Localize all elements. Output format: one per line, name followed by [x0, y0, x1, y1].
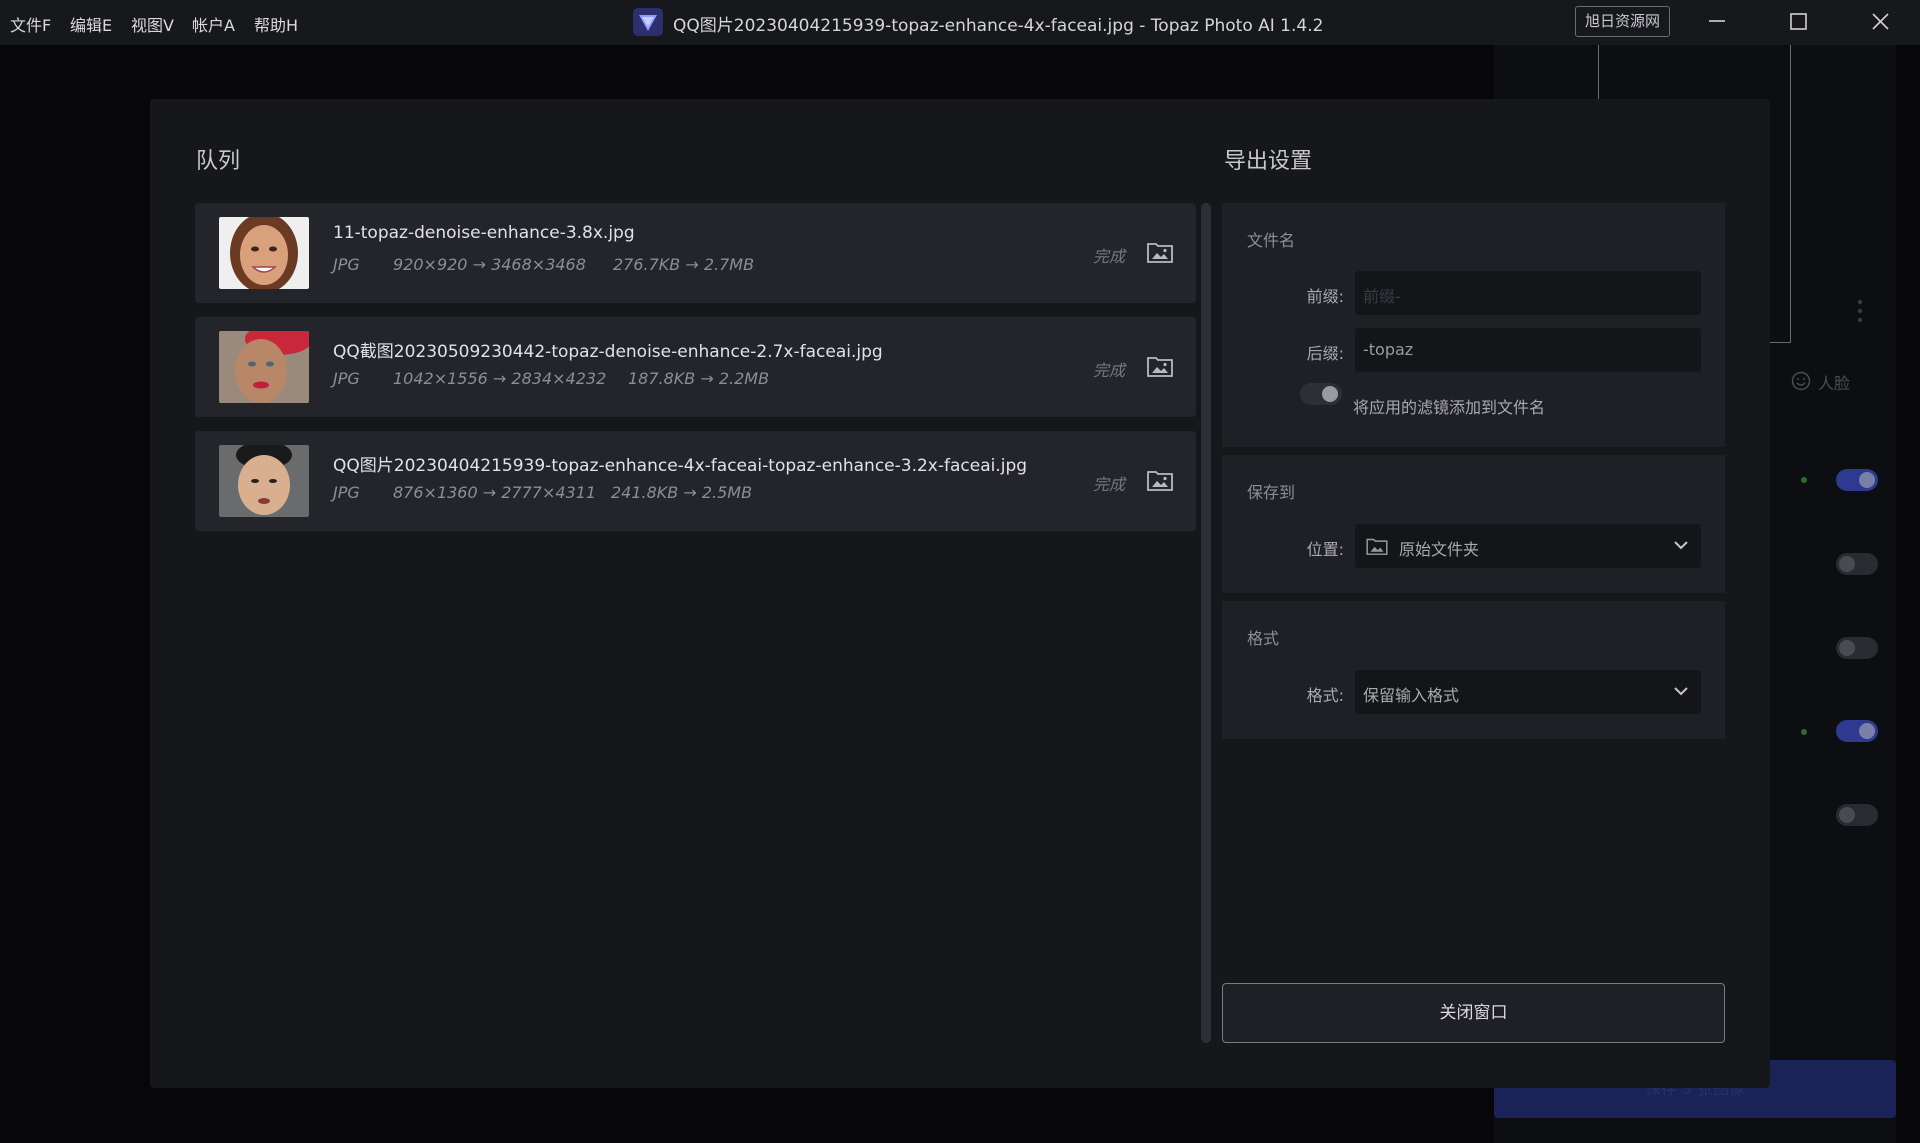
menu-file[interactable]: 文件F — [10, 12, 51, 36]
filename-section: 文件名 前缀: 前缀- 后缀: -topaz 将应用的滤镜添加到文件名 — [1222, 203, 1725, 447]
watermark-button[interactable]: 旭日资源网 — [1575, 6, 1670, 37]
minimize-icon — [1709, 20, 1725, 22]
suffix-label: 后缀: — [1306, 344, 1344, 363]
file-name: QQ图片20230404215939-topaz-enhance-4x-face… — [333, 456, 1028, 476]
face-icon — [1791, 371, 1811, 391]
format-value: 保留输入格式 — [1363, 686, 1460, 705]
save-to-section: 保存到 位置: 原始文件夹 — [1222, 455, 1725, 593]
suffix-input[interactable]: -topaz — [1355, 328, 1701, 372]
location-label: 位置: — [1306, 540, 1344, 559]
open-folder-icon[interactable] — [1147, 469, 1173, 491]
close-dialog-button[interactable]: 关闭窗口 — [1222, 983, 1725, 1043]
status-label: 完成 — [1093, 361, 1126, 380]
format-select[interactable]: 保留输入格式 — [1355, 670, 1701, 714]
format-section: 格式 格式: 保留输入格式 — [1222, 601, 1725, 739]
append-filters-toggle[interactable] — [1300, 383, 1342, 405]
thumbnail-image — [219, 217, 309, 289]
file-size: 187.8KB → 2.2MB — [628, 369, 770, 388]
file-format: JPG — [333, 255, 360, 274]
format-label: 格式: — [1306, 686, 1344, 705]
prefix-label: 前缀: — [1306, 287, 1344, 306]
file-format: JPG — [333, 369, 360, 388]
menu-edit[interactable]: 编辑E — [70, 12, 112, 36]
file-size: 241.8KB → 2.5MB — [611, 483, 753, 502]
chevron-down-icon — [1674, 687, 1688, 696]
topaz-gem-icon — [633, 8, 663, 36]
queue-title: 队列 — [196, 149, 241, 174]
export-settings-title: 导出设置 — [1224, 149, 1313, 174]
menu-help[interactable]: 帮助H — [254, 12, 298, 36]
menu-account[interactable]: 帐户A — [192, 12, 235, 36]
more-options-icon[interactable] — [1856, 298, 1864, 324]
open-folder-icon[interactable] — [1147, 241, 1173, 263]
maximize-button[interactable] — [1769, 0, 1829, 45]
file-name: QQ截图20230509230442-topaz-denoise-enhance… — [333, 342, 883, 362]
status-dot — [1801, 477, 1807, 483]
filter-toggle-4[interactable] — [1836, 720, 1878, 742]
append-filters-label: 将应用的滤镜添加到文件名 — [1353, 398, 1546, 417]
filter-toggle-2[interactable] — [1836, 553, 1878, 575]
queue-scrollbar[interactable] — [1201, 203, 1211, 1043]
status-label: 完成 — [1093, 247, 1126, 266]
prefix-placeholder: 前缀- — [1363, 287, 1401, 306]
save-to-section-label: 保存到 — [1247, 483, 1296, 502]
folder-icon — [1366, 538, 1388, 555]
thumbnail-image — [219, 331, 309, 403]
filter-toggle-5[interactable] — [1836, 804, 1878, 826]
status-label: 完成 — [1093, 475, 1126, 494]
filter-toggle-1[interactable] — [1836, 469, 1878, 491]
title-bar: 文件F 编辑E 视图V 帐户A 帮助H QQ图片20230404215939-t… — [0, 0, 1920, 45]
format-section-label: 格式 — [1247, 629, 1280, 648]
file-name: 11-topaz-denoise-enhance-3.8x.jpg — [333, 223, 635, 243]
queue-item[interactable]: 11-topaz-denoise-enhance-3.8x.jpg JPG 92… — [195, 203, 1196, 303]
file-dimensions: 1042×1556 → 2834×4232 — [393, 369, 607, 388]
file-dimensions: 876×1360 → 2777×4311 — [393, 483, 597, 502]
filename-section-label: 文件名 — [1247, 231, 1296, 250]
close-window-button[interactable] — [1851, 0, 1911, 45]
window-title: QQ图片20230404215939-topaz-enhance-4x-face… — [673, 16, 1324, 36]
file-size: 276.7KB → 2.7MB — [613, 255, 755, 274]
face-label: 人脸 — [1818, 374, 1851, 393]
file-dimensions: 920×920 → 3468×3468 — [393, 255, 586, 274]
close-icon — [1872, 13, 1889, 30]
maximize-icon — [1790, 13, 1807, 30]
prefix-input[interactable]: 前缀- — [1355, 271, 1701, 315]
location-value: 原始文件夹 — [1399, 540, 1480, 559]
location-select[interactable]: 原始文件夹 — [1355, 524, 1701, 568]
status-dot — [1801, 729, 1807, 735]
thumbnail-image — [219, 445, 309, 517]
minimize-button[interactable] — [1687, 0, 1747, 45]
filter-toggle-3[interactable] — [1836, 637, 1878, 659]
toggle-knob — [1322, 386, 1338, 402]
suffix-value: -topaz — [1363, 340, 1414, 359]
menu-view[interactable]: 视图V — [131, 12, 174, 36]
file-format: JPG — [333, 483, 360, 502]
chevron-down-icon — [1674, 541, 1688, 550]
queue-item[interactable]: QQ图片20230404215939-topaz-enhance-4x-face… — [195, 431, 1196, 531]
open-folder-icon[interactable] — [1147, 355, 1173, 377]
queue-item[interactable]: QQ截图20230509230442-topaz-denoise-enhance… — [195, 317, 1196, 417]
